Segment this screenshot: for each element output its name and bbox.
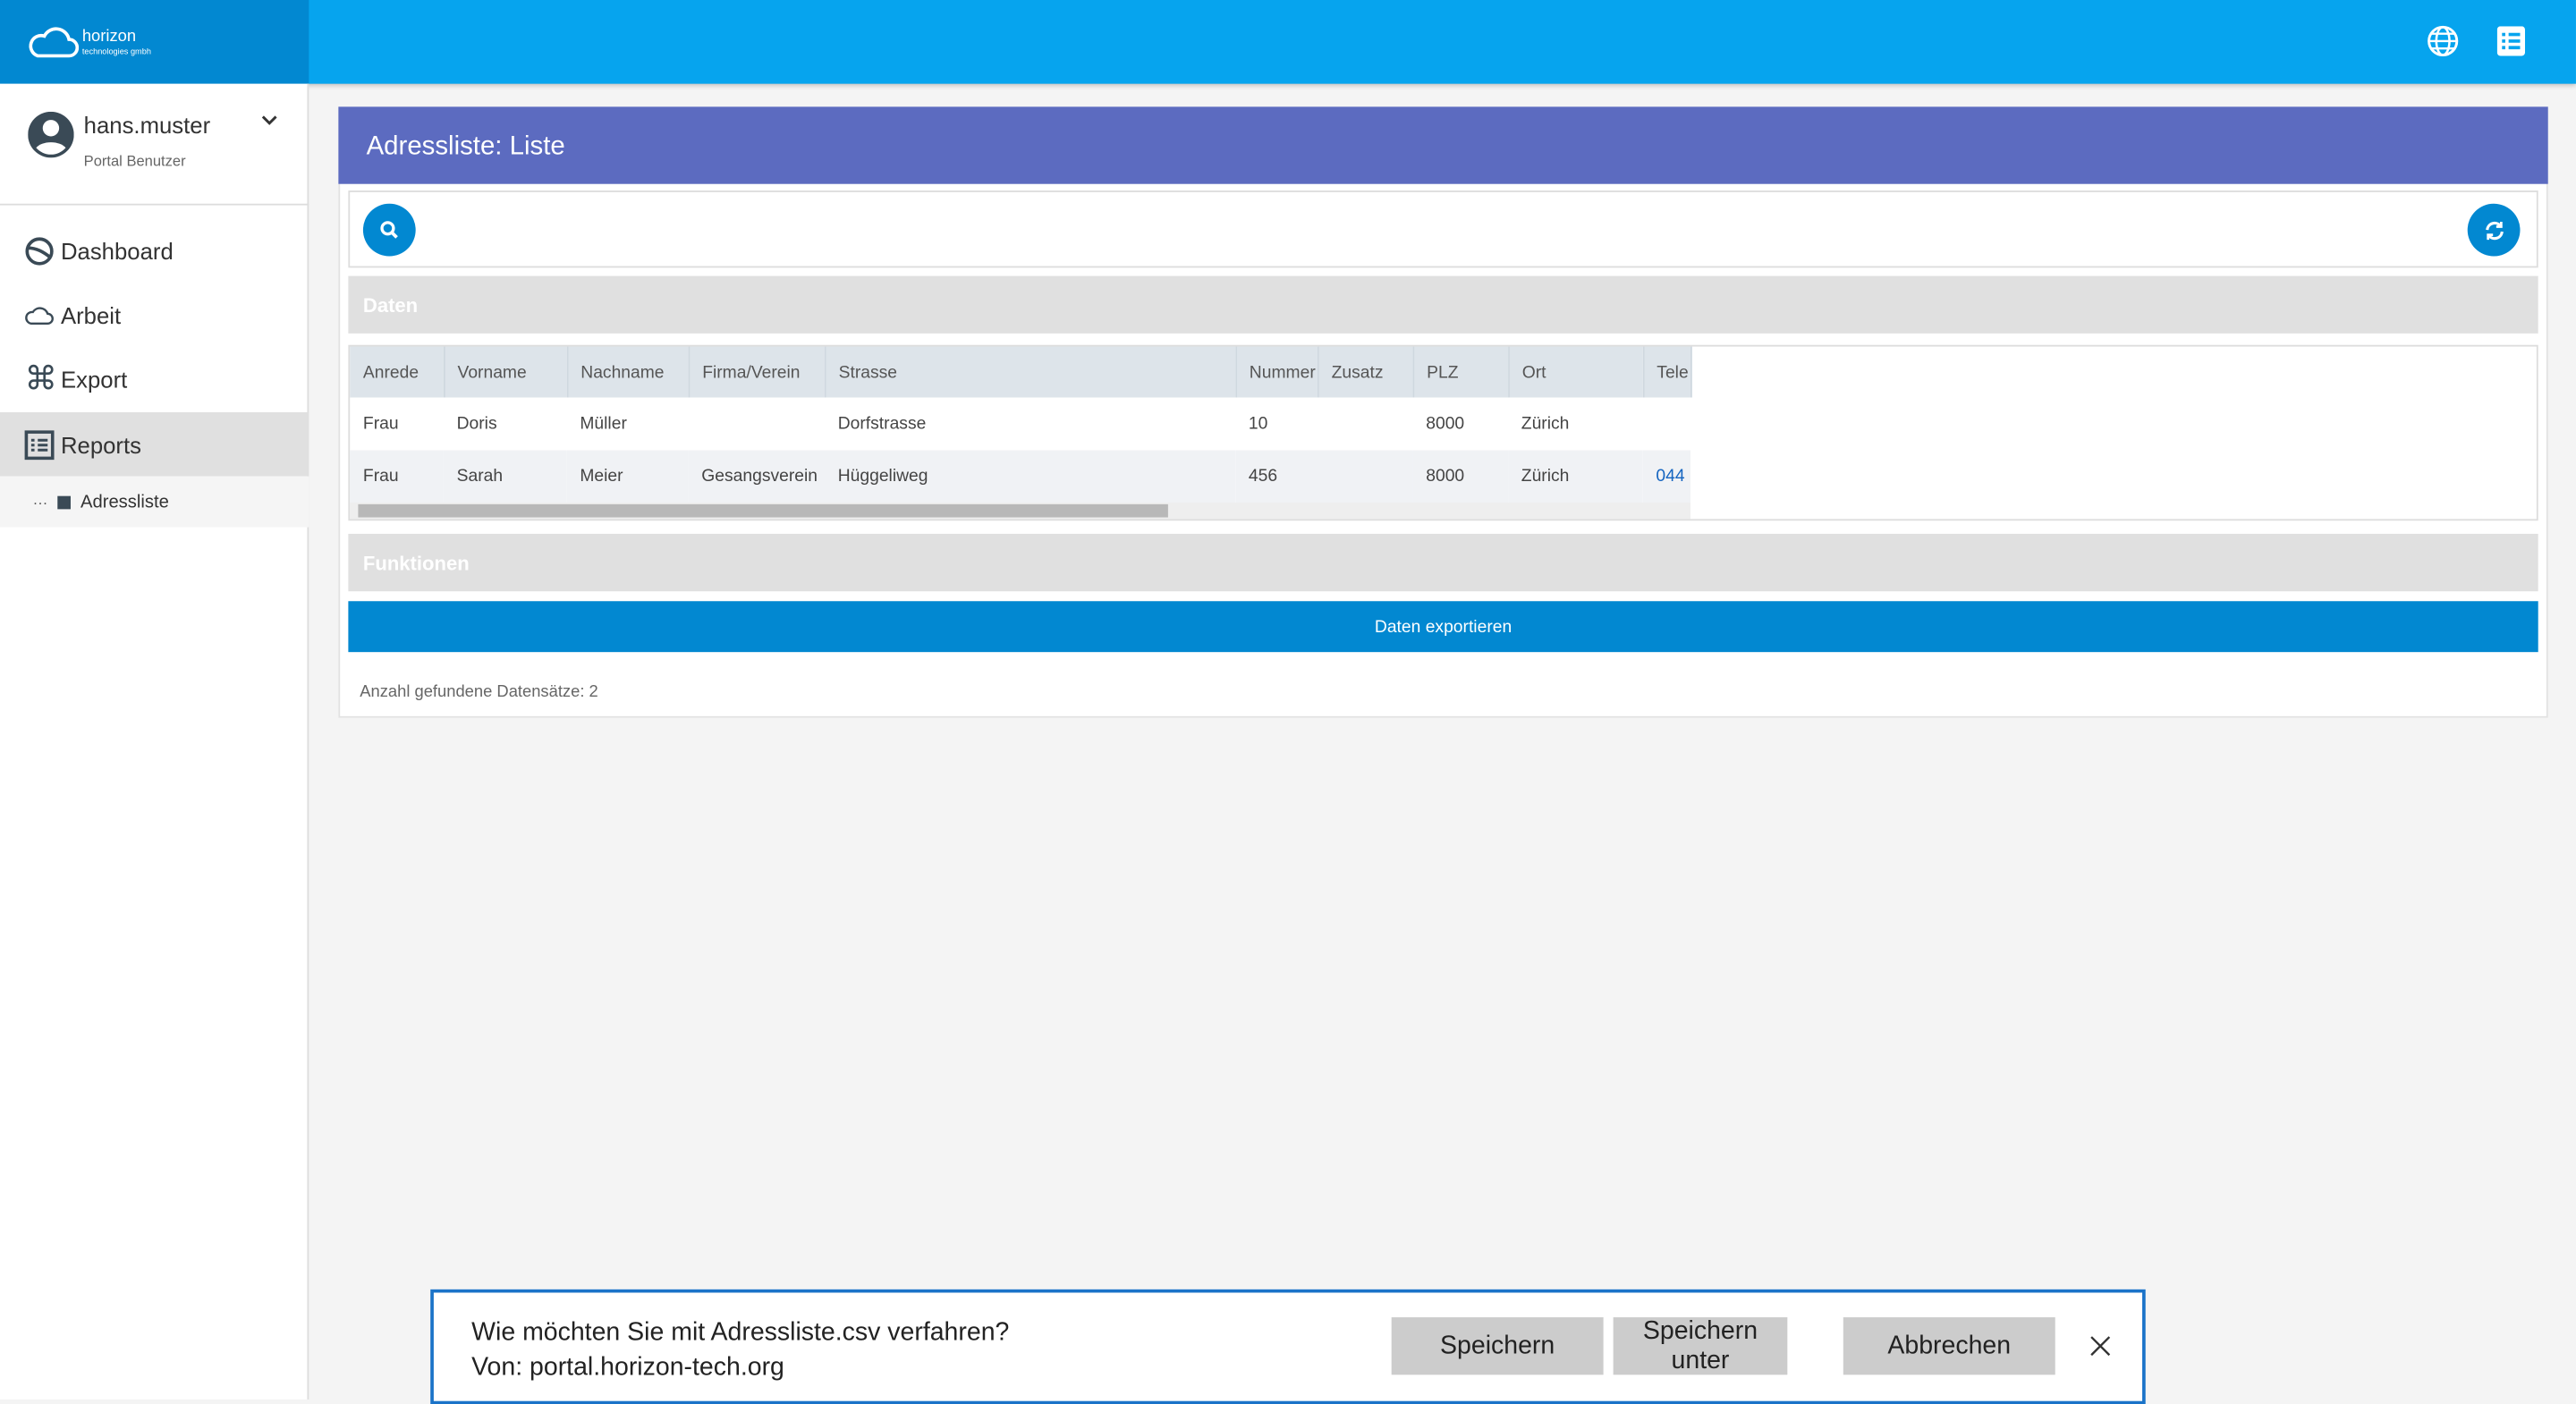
globe-icon[interactable] xyxy=(2427,25,2460,58)
cancel-button[interactable]: Abbrechen xyxy=(1843,1317,2055,1375)
column-header[interactable]: Vorname xyxy=(443,346,568,398)
table-row[interactable]: Frau Doris Müller Dorfstrasse 10 8000 Zürich xyxy=(350,397,1690,450)
column-header[interactable]: Strasse xyxy=(825,346,1237,398)
table-cell xyxy=(689,397,825,450)
save-button[interactable]: Speichern xyxy=(1391,1317,1604,1375)
user-role: Portal Benutzer xyxy=(83,152,186,170)
search-button[interactable] xyxy=(362,203,416,257)
user-name[interactable]: hans.muster xyxy=(84,112,211,138)
table-cell xyxy=(1318,450,1413,503)
table-cell: Meier xyxy=(566,450,689,503)
table-cell: Zürich xyxy=(1521,413,1570,434)
list-icon[interactable] xyxy=(2496,26,2526,56)
cloud-logo-icon xyxy=(29,27,80,58)
table-cell xyxy=(1318,397,1413,450)
table-row[interactable]: Frau Sarah Meier Gesangsverein Hüggeliweg 456… xyxy=(350,450,1690,503)
record-count: Anzahl gefundene Datensätze: 2 xyxy=(360,683,598,702)
refresh-icon xyxy=(2485,221,2503,240)
table-cell: Frau xyxy=(362,413,399,434)
table-cell: Sarah xyxy=(443,450,567,503)
sidebar-item-label: Export xyxy=(60,365,128,393)
dashboard-icon xyxy=(25,236,54,265)
sidebar-subitem-label: Adressliste xyxy=(80,492,169,512)
logo-tagline: technologies gmbh xyxy=(81,47,151,58)
avatar xyxy=(28,111,74,158)
sidebar-item-export[interactable]: ⌘ Export xyxy=(0,347,309,411)
dialog-question: Wie möchten Sie mit Adressliste.csv verf… xyxy=(471,1318,1010,1348)
column-header[interactable]: PLZ xyxy=(1412,346,1510,398)
section-header-functions: Funktionen xyxy=(348,533,2538,592)
page-title: Adressliste: Liste xyxy=(338,106,2548,184)
logo-name: horizon xyxy=(81,28,137,47)
table-cell: Zürich xyxy=(1508,450,1643,503)
cloud-icon xyxy=(25,306,54,325)
tree-dots-icon: ··· xyxy=(32,493,48,511)
search-icon xyxy=(380,221,398,239)
column-header[interactable]: Zusatz xyxy=(1318,346,1414,398)
table-cell: 044 xyxy=(1642,450,1690,503)
column-header[interactable]: Tele xyxy=(1642,346,1691,398)
sidebar-item-reports[interactable]: Reports xyxy=(0,412,309,477)
table-cell: Dorfstrasse xyxy=(837,413,927,434)
scrollbar-thumb[interactable] xyxy=(358,503,1168,518)
dialog-message: Wie möchten Sie mit Adressliste.csv verf… xyxy=(471,1315,1009,1384)
dialog-source: Von: portal.horizon-tech.org xyxy=(471,1353,784,1382)
column-header[interactable]: Ort xyxy=(1508,346,1644,398)
table-cell: 8000 xyxy=(1412,450,1509,503)
search-bar xyxy=(348,190,2538,268)
save-as-button[interactable]: Speichern unter xyxy=(1613,1317,1788,1375)
table-cell: 10 xyxy=(1248,413,1268,434)
column-header[interactable]: Firma/Verein xyxy=(688,346,826,398)
list-icon xyxy=(57,495,71,509)
address-table: Anrede Vorname Nachname Firma/Verein Strasse… xyxy=(350,346,1691,503)
divider xyxy=(0,203,309,206)
section-header-data: Daten xyxy=(348,275,2538,334)
table-cell: Hüggeliweg xyxy=(825,450,1236,503)
refresh-button[interactable] xyxy=(2467,203,2521,257)
sidebar-subitem-adressliste[interactable]: ··· Adressliste xyxy=(0,476,309,528)
chevron-down-icon[interactable] xyxy=(261,115,277,127)
table-cell: Frau xyxy=(350,450,444,503)
report-icon xyxy=(24,429,55,460)
table-cell: 8000 xyxy=(1426,413,1465,434)
export-data-button[interactable]: Daten exportieren xyxy=(348,601,2538,653)
phone-link[interactable]: 044 xyxy=(1656,467,1684,486)
sidebar-item-label: Dashboard xyxy=(60,237,174,264)
table-cell: Doris xyxy=(456,413,497,434)
column-header[interactable]: Nummer xyxy=(1235,346,1318,398)
top-bar xyxy=(0,0,2576,84)
table-cell xyxy=(1643,397,1690,450)
sidebar-item-dashboard[interactable]: Dashboard xyxy=(0,218,309,283)
table-cell: Gesangsverein xyxy=(688,450,826,503)
table-cell: Müller xyxy=(580,413,627,434)
logo[interactable]: horizon technologies gmbh xyxy=(0,0,309,84)
sidebar-item-label: Reports xyxy=(60,431,142,458)
column-header[interactable]: Nachname xyxy=(566,346,690,398)
column-header[interactable]: Anrede xyxy=(350,346,445,398)
table-cell: 456 xyxy=(1235,450,1318,503)
command-icon: ⌘ xyxy=(24,360,58,397)
sidebar-item-label: Arbeit xyxy=(60,301,122,328)
close-icon[interactable] xyxy=(2089,1335,2111,1357)
sidebar-item-arbeit[interactable]: Arbeit xyxy=(0,283,309,347)
